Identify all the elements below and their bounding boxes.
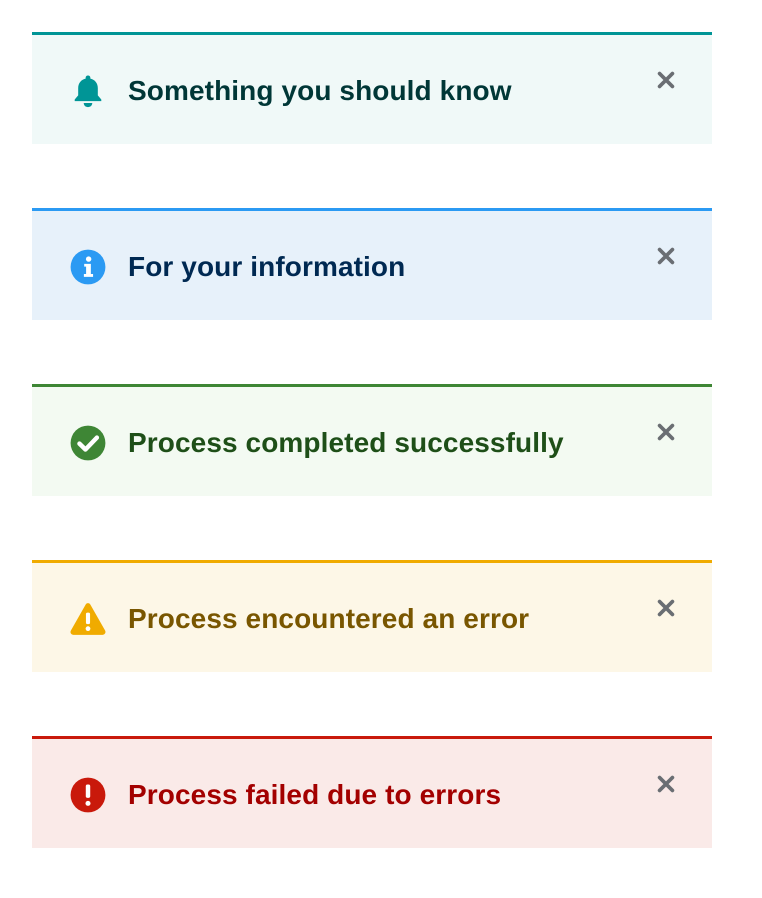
alert-title: For your information (128, 251, 406, 282)
close-button[interactable] (650, 64, 682, 96)
close-button[interactable] (650, 240, 682, 272)
alert-danger: Process failed due to errors (32, 736, 712, 848)
alert-list: Something you should know For your infor… (0, 0, 762, 898)
close-icon (655, 773, 677, 795)
alert-title: Process completed successfully (128, 427, 564, 458)
alert-info: For your information (32, 208, 712, 320)
alert-default: Something you should know (32, 32, 712, 144)
alert-title: Process encountered an error (128, 603, 530, 634)
close-icon (655, 597, 677, 619)
close-button[interactable] (650, 416, 682, 448)
close-button[interactable] (650, 592, 682, 624)
close-icon (655, 421, 677, 443)
close-button[interactable] (650, 768, 682, 800)
warning-triangle-icon (69, 600, 107, 638)
alert-success: Process completed successfully (32, 384, 712, 496)
info-circle-icon (69, 248, 107, 286)
alert-warning: Process encountered an error (32, 560, 712, 672)
alert-title: Process failed due to errors (128, 779, 502, 810)
close-icon (655, 245, 677, 267)
check-circle-icon (69, 424, 107, 462)
alert-title: Something you should know (128, 75, 512, 106)
exclamation-circle-icon (69, 776, 107, 814)
bell-icon (69, 72, 107, 110)
close-icon (655, 69, 677, 91)
